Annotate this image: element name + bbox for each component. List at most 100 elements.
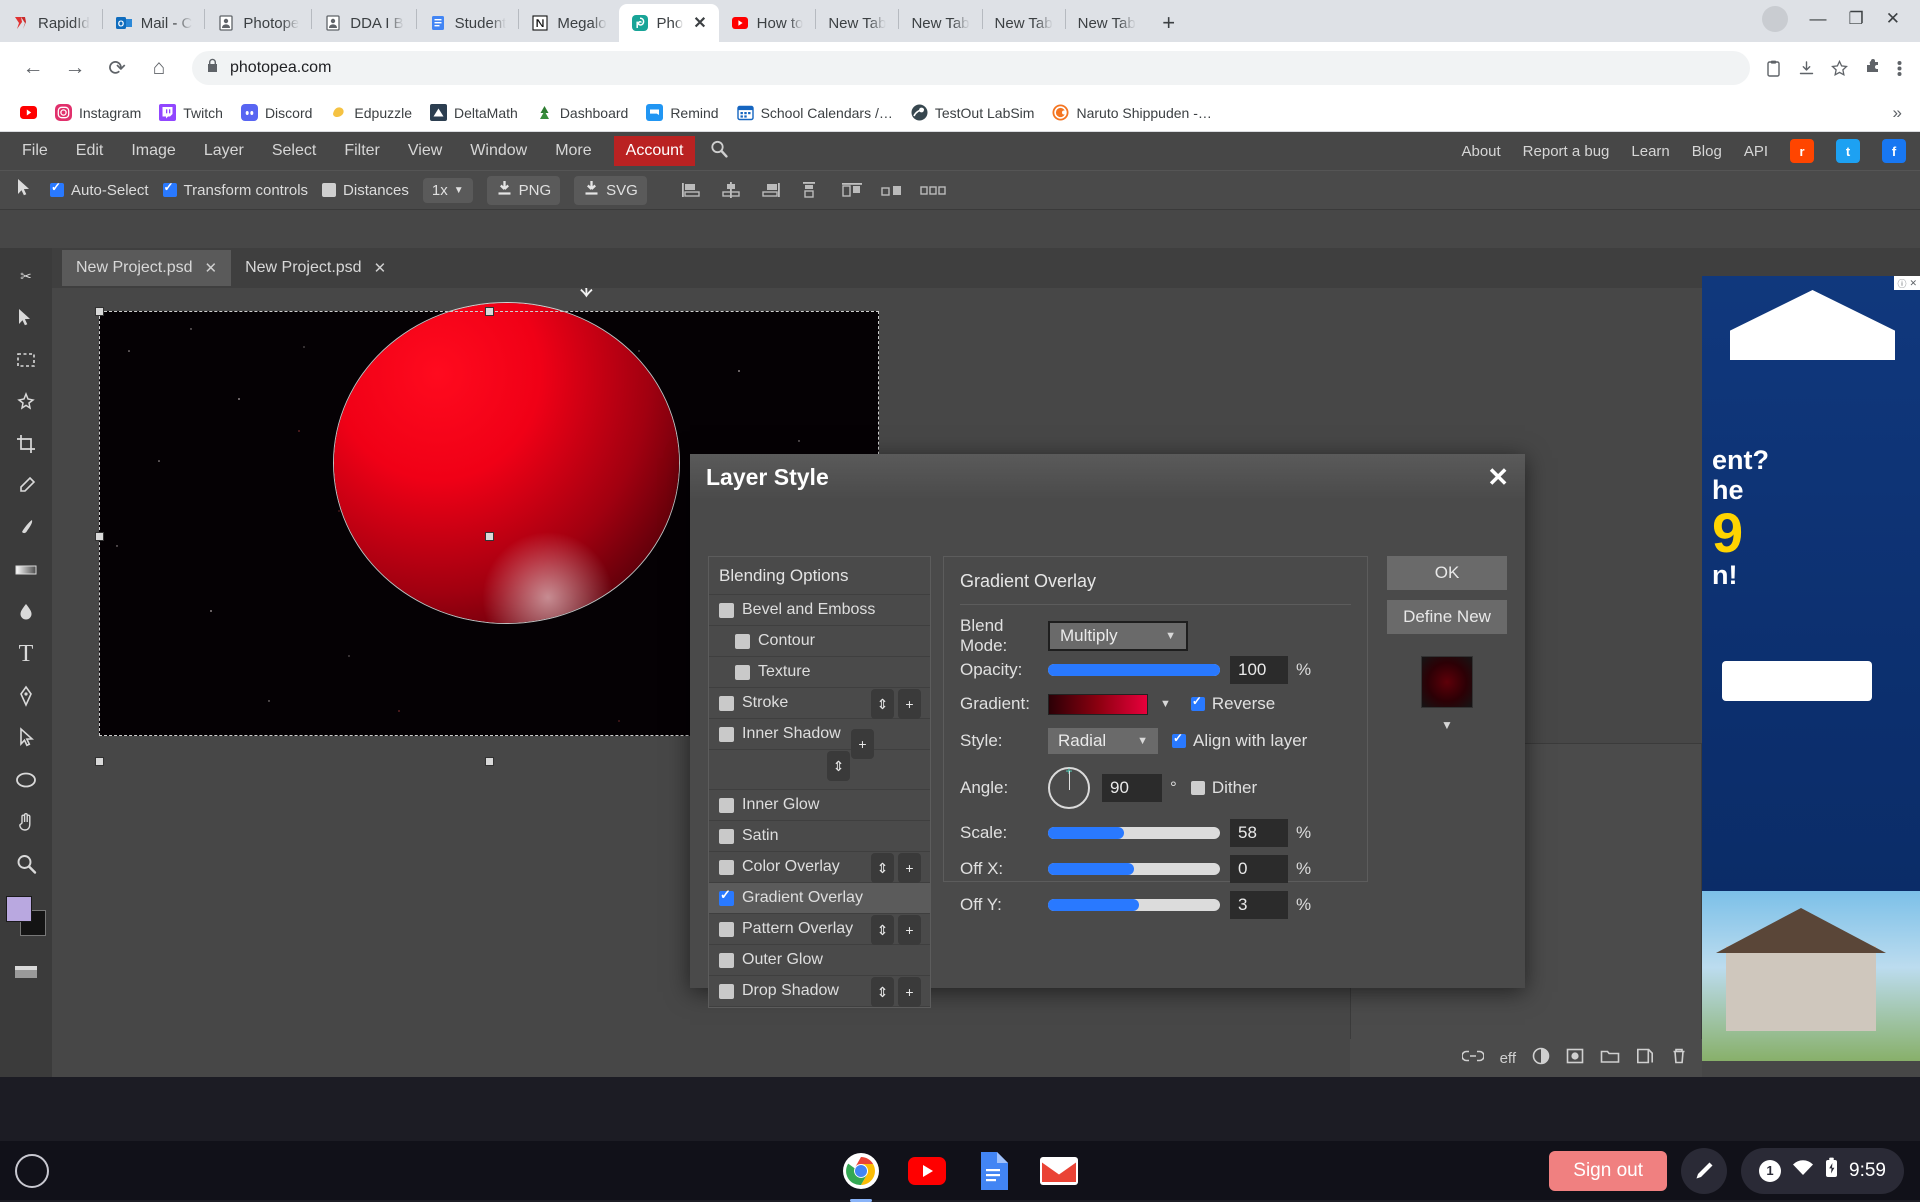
link-learn[interactable]: Learn bbox=[1631, 143, 1669, 160]
close-icon[interactable]: ✕ bbox=[374, 259, 387, 277]
crop-tool-icon[interactable] bbox=[4, 424, 48, 464]
bookmark-item[interactable]: Twitch bbox=[151, 100, 231, 125]
align-right-icon[interactable] bbox=[759, 180, 783, 200]
add-icon[interactable]: + bbox=[898, 853, 921, 883]
off-y-slider[interactable] bbox=[1048, 899, 1220, 911]
mask-icon[interactable] bbox=[1566, 1047, 1584, 1069]
align-top-icon[interactable] bbox=[799, 180, 823, 200]
new-tab-button[interactable]: + bbox=[1154, 8, 1184, 38]
effect-row-pattern-overlay[interactable]: Pattern Overlay⇕+ bbox=[709, 914, 930, 945]
effect-checkbox[interactable] bbox=[719, 798, 734, 813]
reorder-icon[interactable]: ⇕ bbox=[871, 689, 894, 719]
reorder-icon[interactable]: ⇕ bbox=[871, 977, 894, 1007]
status-tray[interactable]: 1 9:59 bbox=[1741, 1148, 1904, 1194]
transform-handle-bc[interactable] bbox=[485, 757, 494, 766]
off-x-input[interactable]: 0 bbox=[1230, 855, 1288, 883]
effect-checkbox[interactable] bbox=[719, 829, 734, 844]
browser-tab[interactable]: New Tab bbox=[816, 4, 898, 42]
dither-checkbox[interactable]: Dither bbox=[1191, 778, 1257, 798]
align-center-h-icon[interactable] bbox=[719, 180, 743, 200]
folder-icon[interactable] bbox=[1600, 1048, 1620, 1068]
reddit-icon[interactable]: r bbox=[1790, 139, 1814, 163]
gradient-swatch[interactable] bbox=[1048, 694, 1148, 715]
effect-row-contour[interactable]: Contour bbox=[709, 626, 930, 657]
opacity-slider[interactable] bbox=[1048, 664, 1220, 676]
shape-ellipse-icon[interactable] bbox=[4, 760, 48, 800]
bookmark-item[interactable]: Naruto Shippuden -… bbox=[1044, 100, 1219, 125]
browser-tab[interactable]: Pho✕ bbox=[619, 4, 719, 42]
foreground-color-swatch[interactable] bbox=[6, 896, 32, 922]
address-bar[interactable]: photopea.com bbox=[192, 51, 1750, 85]
angle-dial[interactable]: + bbox=[1048, 767, 1090, 809]
browser-tab[interactable]: New Tab bbox=[899, 4, 981, 42]
menu-layer[interactable]: Layer bbox=[190, 136, 258, 166]
browser-tab[interactable]: DDA I B bbox=[312, 4, 415, 42]
ok-button[interactable]: OK bbox=[1387, 556, 1507, 590]
blur-tool-icon[interactable] bbox=[4, 592, 48, 632]
wifi-icon[interactable] bbox=[1792, 1159, 1814, 1182]
zoom-level-select[interactable]: 1x ▼ bbox=[423, 178, 473, 203]
link-report-a-bug[interactable]: Report a bug bbox=[1523, 143, 1610, 160]
bookmark-item[interactable] bbox=[12, 100, 45, 125]
transform-handle-tc[interactable] bbox=[485, 307, 494, 316]
notification-badge[interactable]: 1 bbox=[1759, 1160, 1781, 1182]
scale-input[interactable]: 58 bbox=[1230, 819, 1288, 847]
effects-label[interactable]: eff bbox=[1500, 1050, 1516, 1067]
menu-window[interactable]: Window bbox=[456, 136, 541, 166]
zoom-tool-icon[interactable] bbox=[4, 844, 48, 884]
add-icon[interactable]: + bbox=[898, 977, 921, 1007]
browser-tab[interactable]: New Tab bbox=[983, 4, 1065, 42]
bookmark-item[interactable]: Instagram bbox=[47, 100, 149, 125]
export-png-button[interactable]: PNG bbox=[487, 176, 561, 205]
transform-handle-ml[interactable] bbox=[95, 532, 104, 541]
menu-file[interactable]: File bbox=[8, 136, 62, 166]
bookmark-item[interactable]: Dashboard bbox=[528, 100, 637, 125]
bookmark-item[interactable]: Discord bbox=[233, 100, 320, 125]
marquee-tool-icon[interactable] bbox=[4, 340, 48, 380]
browser-menu-icon[interactable] bbox=[1897, 59, 1902, 78]
hand-tool-icon[interactable] bbox=[4, 802, 48, 842]
quick-mask-icon[interactable] bbox=[4, 952, 48, 992]
effect-checkbox[interactable] bbox=[719, 953, 734, 968]
menu-select[interactable]: Select bbox=[258, 136, 330, 166]
trash-icon[interactable] bbox=[1670, 1047, 1688, 1069]
effect-row-bevel-and-emboss[interactable]: Bevel and Emboss bbox=[709, 595, 930, 626]
opacity-input[interactable]: 100 bbox=[1230, 656, 1288, 684]
pen-tool-icon[interactable] bbox=[4, 676, 48, 716]
bookmark-item[interactable]: TestOut LabSim bbox=[903, 100, 1043, 125]
align-left-icon[interactable] bbox=[679, 180, 703, 200]
bookmark-item[interactable]: DeltaMath bbox=[422, 100, 526, 125]
launcher-icon[interactable] bbox=[15, 1154, 49, 1188]
effect-checkbox[interactable] bbox=[735, 634, 750, 649]
stylus-icon[interactable] bbox=[1681, 1148, 1727, 1194]
clock-time[interactable]: 9:59 bbox=[1849, 1160, 1886, 1182]
define-new-button[interactable]: Define New bbox=[1387, 600, 1507, 634]
bookmark-item[interactable]: Edpuzzle bbox=[322, 100, 420, 125]
search-icon[interactable] bbox=[709, 139, 729, 164]
clipboard-icon[interactable] bbox=[1764, 59, 1783, 78]
scale-slider[interactable] bbox=[1048, 827, 1220, 839]
effect-row-blending-options[interactable]: Blending Options bbox=[709, 557, 930, 595]
home-button[interactable]: ⌂ bbox=[140, 49, 178, 87]
download-icon[interactable] bbox=[1797, 59, 1816, 78]
browser-tab[interactable]: Student bbox=[417, 4, 519, 42]
transform-handle-bl[interactable] bbox=[95, 757, 104, 766]
effect-row-outer-glow[interactable]: Outer Glow bbox=[709, 945, 930, 976]
menu-view[interactable]: View bbox=[394, 136, 456, 166]
style-select[interactable]: Radial ▼ bbox=[1048, 728, 1158, 754]
add-icon[interactable]: + bbox=[898, 689, 921, 719]
extensions-icon[interactable] bbox=[1863, 58, 1883, 78]
browser-tab[interactable]: New Tab bbox=[1066, 4, 1148, 42]
advertisement[interactable]: ent? he 9 n! ⓘ ✕ bbox=[1702, 276, 1920, 1061]
color-swatches[interactable] bbox=[6, 896, 46, 936]
link-blog[interactable]: Blog bbox=[1692, 143, 1722, 160]
adjustment-icon[interactable] bbox=[1532, 1047, 1550, 1069]
off-y-input[interactable]: 3 bbox=[1230, 891, 1288, 919]
twitter-icon[interactable]: t bbox=[1836, 139, 1860, 163]
sign-out-button[interactable]: Sign out bbox=[1549, 1151, 1667, 1191]
browser-profile-icon[interactable] bbox=[1762, 6, 1788, 32]
account-button[interactable]: Account bbox=[614, 136, 696, 166]
distribute-2-icon[interactable] bbox=[879, 180, 903, 200]
reorder-icon[interactable]: ⇕ bbox=[871, 915, 894, 945]
transform-controls-checkbox[interactable]: Transform controls bbox=[163, 182, 308, 199]
